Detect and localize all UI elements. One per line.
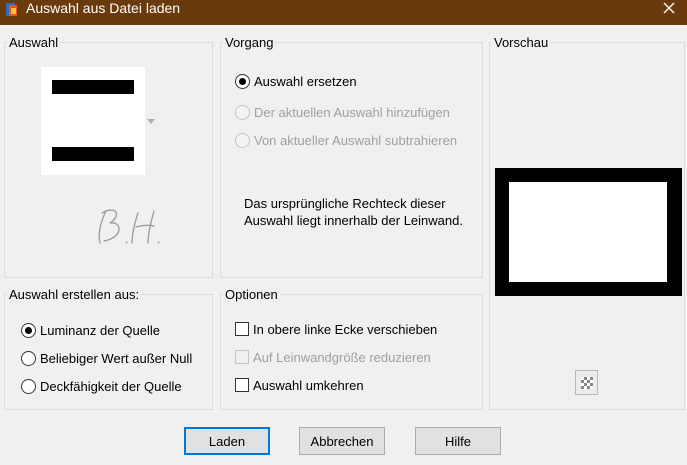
radio-button[interactable] xyxy=(21,378,36,394)
radio-auswahl-hinzufuegen[interactable]: Der aktuellen Auswahl hinzufügen xyxy=(235,103,450,121)
chevron-down-icon[interactable] xyxy=(147,119,155,124)
preview-selection xyxy=(509,182,667,282)
checkerboard-icon xyxy=(581,377,593,389)
radio-luminanz[interactable]: Luminanz der Quelle xyxy=(21,321,160,339)
radio-label: Deckfähigkeit der Quelle xyxy=(40,378,182,394)
info-text: Das ursprüngliche Rechteck dieser Auswah… xyxy=(244,196,463,228)
checkbox-auswahl-umkehren[interactable]: Auswahl umkehren xyxy=(235,376,364,394)
close-icon[interactable] xyxy=(659,0,679,18)
radio-auswahl-subtrahieren[interactable]: Von aktueller Auswahl subtrahieren xyxy=(235,131,457,149)
title-bar: Auswahl aus Datei laden xyxy=(0,0,687,25)
radio-button[interactable] xyxy=(235,104,250,120)
transparency-toggle-button[interactable] xyxy=(575,370,598,395)
quelle-legend: Auswahl erstellen aus: xyxy=(9,287,140,302)
vorgang-legend: Vorgang xyxy=(225,35,274,50)
radio-button[interactable] xyxy=(21,350,36,366)
radio-auswahl-ersetzen[interactable]: Auswahl ersetzen xyxy=(235,72,357,90)
radio-button[interactable] xyxy=(235,73,250,89)
checkbox-leinwand-reduzieren[interactable]: Auf Leinwandgröße reduzieren xyxy=(235,348,431,366)
app-icon xyxy=(6,3,17,16)
auswahl-legend: Auswahl xyxy=(9,35,59,50)
radio-label: Beliebiger Wert außer Null xyxy=(40,350,193,366)
thumbnail-bar-top xyxy=(52,80,134,94)
radio-label: Auswahl ersetzen xyxy=(254,73,357,89)
optionen-legend: Optionen xyxy=(225,287,278,302)
checkbox-label: Auf Leinwandgröße reduzieren xyxy=(253,349,431,365)
checkbox-label: In obere linke Ecke verschieben xyxy=(253,321,438,337)
selection-thumbnail[interactable] xyxy=(41,67,145,175)
radio-button[interactable] xyxy=(235,132,250,148)
checkbox-label: Auswahl umkehren xyxy=(253,377,364,393)
vorschau-legend: Vorschau xyxy=(494,35,549,50)
preview-canvas xyxy=(495,168,682,296)
checkbox[interactable] xyxy=(235,378,249,392)
checkbox[interactable] xyxy=(235,322,249,336)
checkbox[interactable] xyxy=(235,350,249,364)
radio-beliebiger-wert[interactable]: Beliebiger Wert außer Null xyxy=(21,349,192,367)
radio-label: Der aktuellen Auswahl hinzufügen xyxy=(254,104,450,120)
cancel-button[interactable]: Abbrechen xyxy=(299,427,385,455)
help-button[interactable]: Hilfe xyxy=(415,427,501,455)
radio-label: Von aktueller Auswahl subtrahieren xyxy=(254,132,458,148)
checkbox-ecke-verschieben[interactable]: In obere linke Ecke verschieben xyxy=(235,320,437,338)
load-button[interactable]: Laden xyxy=(184,427,270,455)
signature-watermark xyxy=(98,209,160,244)
radio-button[interactable] xyxy=(21,322,36,338)
thumbnail-bar-bottom xyxy=(52,147,134,161)
window-title: Auswahl aus Datei laden xyxy=(26,0,181,16)
radio-label: Luminanz der Quelle xyxy=(40,322,160,338)
radio-deckfaehigkeit[interactable]: Deckfähigkeit der Quelle xyxy=(21,377,182,395)
